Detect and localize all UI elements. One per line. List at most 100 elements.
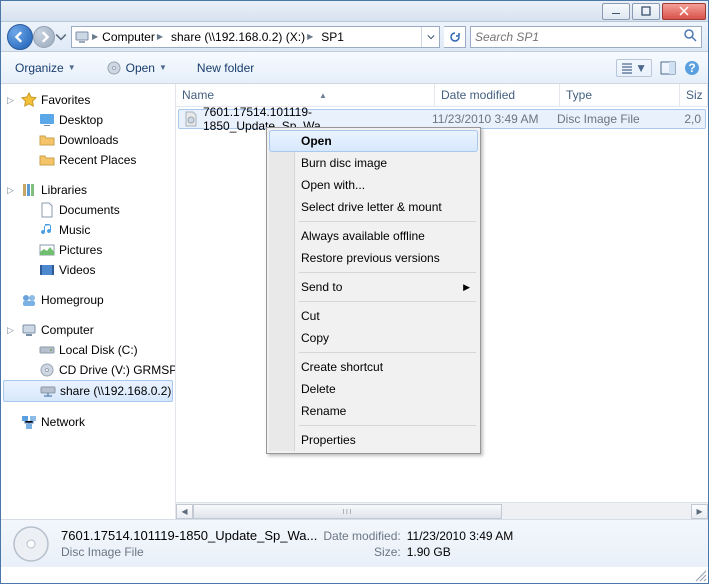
homegroup-icon [21, 292, 37, 308]
nav-pictures[interactable]: Pictures [1, 240, 175, 260]
file-area[interactable]: 7601.17514.101119-1850_Update_Sp_Wa... 1… [176, 107, 708, 502]
context-send-to[interactable]: Send to ▶ [269, 276, 478, 298]
close-button[interactable] [662, 3, 706, 20]
column-name[interactable]: Name▲ [176, 84, 435, 106]
file-size: 2,0 [677, 112, 705, 126]
favorites-header[interactable]: ▷Favorites [1, 90, 175, 110]
folder-icon [39, 152, 55, 168]
nav-label: Recent Places [59, 153, 136, 167]
menu-separator [299, 301, 476, 302]
nav-cd-drive[interactable]: CD Drive (V:) GRMSP [1, 360, 175, 380]
nav-label: Favorites [41, 93, 90, 107]
nav-buttons [7, 24, 67, 50]
nav-label: Pictures [59, 243, 102, 257]
computer-icon [72, 29, 92, 45]
scroll-left-button[interactable]: ◂ [176, 504, 193, 519]
file-thumbnail-icon [11, 524, 51, 564]
search-box[interactable] [470, 26, 702, 48]
nav-label: Computer [41, 323, 94, 337]
breadcrumb-segment-sp1[interactable]: SP1 [317, 27, 348, 47]
column-headers: Name▲ Date modified Type Siz [176, 84, 708, 107]
context-rename[interactable]: Rename [269, 400, 478, 422]
details-filetype: Disc Image File [61, 545, 317, 559]
menu-label: Send to [301, 280, 342, 294]
computer-header[interactable]: ▷Computer [1, 320, 175, 340]
nav-documents[interactable]: Documents [1, 200, 175, 220]
back-button[interactable] [7, 24, 33, 50]
view-button[interactable]: ▼ [616, 59, 652, 77]
new-folder-button[interactable]: New folder [191, 59, 260, 77]
preview-pane-button[interactable] [660, 60, 676, 76]
column-label: Date modified [441, 88, 515, 102]
column-size[interactable]: Siz [680, 84, 708, 106]
menu-label: Open [301, 134, 332, 148]
pictures-icon [39, 242, 55, 258]
scroll-grip-icon: ııı [342, 506, 353, 516]
menu-label: Burn disc image [301, 156, 387, 170]
scroll-track[interactable]: ııı [193, 504, 691, 519]
context-open[interactable]: Open [269, 130, 478, 152]
details-size-value: 1.90 GB [407, 545, 514, 559]
context-create-shortcut[interactable]: Create shortcut [269, 356, 478, 378]
open-button[interactable]: Open ▼ [100, 58, 173, 78]
breadcrumb-label: SP1 [321, 30, 344, 44]
nav-local-disk[interactable]: Local Disk (C:) [1, 340, 175, 360]
nav-label: Music [59, 223, 90, 237]
context-restore[interactable]: Restore previous versions [269, 247, 478, 269]
scroll-thumb[interactable]: ııı [193, 504, 502, 519]
search-input[interactable] [475, 30, 684, 44]
network-header[interactable]: Network [1, 412, 175, 432]
file-list-area: Name▲ Date modified Type Siz 7601.17514.… [176, 84, 708, 519]
context-copy[interactable]: Copy [269, 327, 478, 349]
help-button[interactable]: ? [684, 60, 700, 76]
network-drive-icon [40, 383, 56, 399]
menu-label: Cut [301, 309, 320, 323]
nav-downloads[interactable]: Downloads [1, 130, 175, 150]
context-mount[interactable]: Select drive letter & mount [269, 196, 478, 218]
refresh-button[interactable] [444, 26, 466, 48]
context-delete[interactable]: Delete [269, 378, 478, 400]
column-date[interactable]: Date modified [435, 84, 560, 106]
breadcrumb-label: share (\\192.168.0.2) (X:) [171, 30, 305, 44]
details-filename: 7601.17514.101119-1850_Update_Sp_Wa... [61, 528, 317, 543]
context-open-with[interactable]: Open with... [269, 174, 478, 196]
nav-label: Libraries [41, 183, 87, 197]
menu-label: Restore previous versions [301, 251, 440, 265]
nav-music[interactable]: Music [1, 220, 175, 240]
resize-grip[interactable] [693, 568, 707, 582]
column-type[interactable]: Type [560, 84, 680, 106]
homegroup-header[interactable]: Homegroup [1, 290, 175, 310]
libraries-header[interactable]: ▷Libraries [1, 180, 175, 200]
nav-desktop[interactable]: Desktop [1, 110, 175, 130]
breadcrumb[interactable]: ▶ Computer▶ share (\\192.168.0.2) (X:)▶ … [71, 26, 440, 48]
details-size-label: Size: [323, 545, 400, 559]
document-icon [39, 202, 55, 218]
star-icon [21, 92, 37, 108]
nav-recent-places[interactable]: Recent Places [1, 150, 175, 170]
menu-label: Properties [301, 433, 356, 447]
context-burn[interactable]: Burn disc image [269, 152, 478, 174]
menu-label: Copy [301, 331, 329, 345]
breadcrumb-dropdown[interactable] [421, 27, 439, 47]
chevron-down-icon: ▼ [635, 61, 647, 75]
menu-label: Rename [301, 404, 346, 418]
organize-button[interactable]: Organize ▼ [9, 59, 82, 77]
submenu-arrow-icon: ▶ [463, 282, 470, 293]
toolbar-label: Organize [15, 61, 64, 75]
breadcrumb-label: Computer [102, 30, 155, 44]
horizontal-scrollbar[interactable]: ◂ ııı ▸ [176, 502, 708, 519]
breadcrumb-segment-computer[interactable]: Computer▶ [98, 27, 167, 47]
context-properties[interactable]: Properties [269, 429, 478, 451]
menu-label: Create shortcut [301, 360, 383, 374]
maximize-button[interactable] [632, 3, 660, 20]
scroll-right-button[interactable]: ▸ [691, 504, 708, 519]
context-offline[interactable]: Always available offline [269, 225, 478, 247]
file-row[interactable]: 7601.17514.101119-1850_Update_Sp_Wa... 1… [178, 109, 706, 129]
nav-history-dropdown[interactable] [55, 27, 67, 47]
minimize-button[interactable] [602, 3, 630, 20]
nav-share-drive[interactable]: share (\\192.168.0.2) [3, 380, 173, 402]
context-cut[interactable]: Cut [269, 305, 478, 327]
breadcrumb-segment-share[interactable]: share (\\192.168.0.2) (X:)▶ [167, 27, 317, 47]
forward-button[interactable] [33, 26, 55, 48]
nav-videos[interactable]: Videos [1, 260, 175, 280]
